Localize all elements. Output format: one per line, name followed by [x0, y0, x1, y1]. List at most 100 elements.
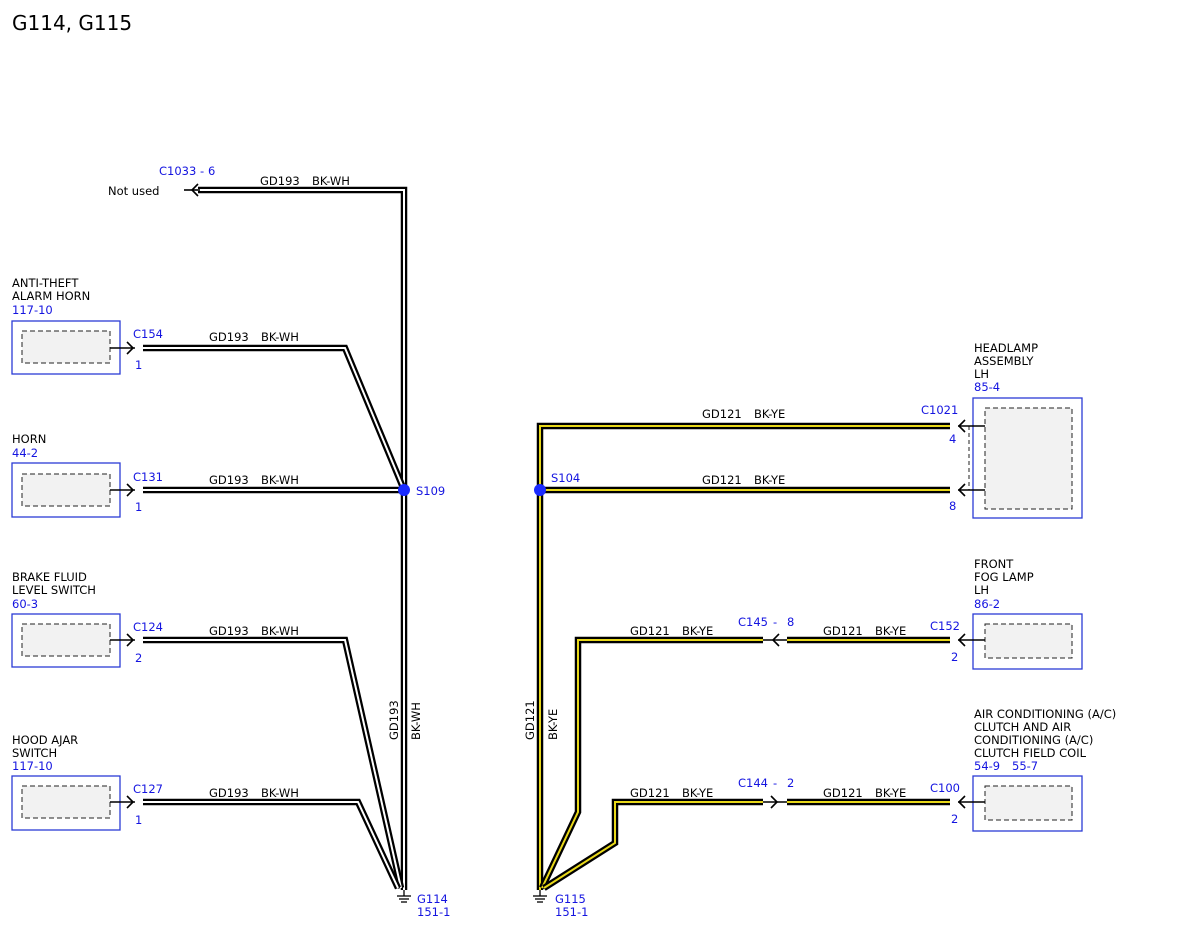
brake-fluid-ref: 60-3: [12, 597, 38, 611]
wire-color-label: BK-WH: [261, 473, 299, 487]
connector-c1021-pin8: 8: [949, 499, 956, 513]
connector-c124-label: C124: [133, 620, 163, 634]
wire-circuit-label: GD121: [823, 786, 863, 800]
connector-c1033-label: C1033: [159, 164, 196, 178]
ground-g115-icon: [533, 890, 547, 903]
connector-c127-pin: 1: [135, 813, 142, 827]
wire-c127: [143, 798, 401, 890]
wire-circuit-label: GD193: [209, 330, 249, 344]
connector-c154-label: C154: [133, 327, 163, 341]
fog-lamp-ref: 86-2: [974, 597, 1000, 611]
connector-c144-dash: -: [773, 776, 777, 790]
brake-fluid-inner: [21, 623, 111, 657]
ground-g115-ref: 151-1: [555, 905, 588, 919]
connector-c144-arrow-icon: [763, 795, 787, 809]
connector-c152-pin: 2: [951, 650, 958, 664]
not-used-label: Not used: [108, 184, 159, 198]
fog-lamp-name-line1: FRONT: [974, 557, 1014, 571]
horn-inner: [21, 473, 111, 507]
connector-c131-pin: 1: [135, 500, 142, 514]
wire-c124: [143, 636, 405, 889]
ground-g114-ref: 151-1: [417, 905, 450, 919]
ac-clutch-name-line4: CLUTCH FIELD COIL: [974, 746, 1087, 760]
splice-s109-dot: [398, 484, 410, 496]
hood-ajar-name-line1: HOOD AJAR: [12, 733, 78, 747]
wire-vertical-circuit-label: GD121: [523, 700, 537, 740]
ac-clutch-inner: [984, 785, 1073, 821]
wire-color-label: BK-WH: [261, 624, 299, 638]
horn-name: HORN: [12, 432, 46, 446]
anti-theft-name-line1: ANTI-THEFT: [12, 276, 79, 290]
ac-clutch-name-line1: AIR CONDITIONING (A/C): [974, 707, 1116, 721]
connector-c144-pin: 2: [787, 776, 794, 790]
connector-c1033-arrow-icon: [184, 183, 200, 197]
connector-c1021-pin4: 4: [949, 432, 956, 446]
wire-color-label: BK-YE: [754, 407, 785, 421]
wire-color-label: BK-WH: [261, 330, 299, 344]
anti-theft-inner: [21, 330, 111, 364]
wire-circuit-label: GD193: [209, 786, 249, 800]
headlamp-inner: [984, 407, 1073, 510]
wire-circuit-label: GD193: [209, 624, 249, 638]
wire-vertical-color-label: BK-WH: [409, 702, 423, 740]
connector-c145-label: C145: [738, 615, 768, 629]
wire-color-label: BK-YE: [875, 786, 906, 800]
ac-clutch-name-line2: CLUTCH AND AIR: [974, 720, 1071, 734]
wire-circuit-label: GD193: [209, 473, 249, 487]
ground-g114-label: G114: [417, 892, 448, 906]
wire-c145-to-g115: [539, 636, 763, 890]
fog-lamp-inner: [984, 623, 1073, 659]
wire-color-label: BK-YE: [875, 624, 906, 638]
wire-color-label: BK-WH: [312, 174, 350, 188]
brake-fluid-name-line1: BRAKE FLUID: [12, 570, 87, 584]
wire-vertical-color-label: BK-YE: [546, 709, 560, 740]
wire-circuit-label: GD121: [702, 473, 742, 487]
splice-s109-label: S109: [416, 484, 445, 498]
wiring-diagram-svg: G114, G115 S109 S104 G114 151-1 G115 151…: [11, 11, 1116, 919]
fog-lamp-name-line2: FOG LAMP: [974, 570, 1034, 584]
headlamp-name-line1: HEADLAMP: [974, 341, 1038, 355]
wire-color-label: BK-YE: [754, 473, 785, 487]
hood-ajar-inner: [21, 785, 111, 819]
headlamp-name-line3: LH: [974, 367, 989, 381]
connector-c124-pin: 2: [135, 651, 142, 665]
anti-theft-ref: 117-10: [12, 303, 53, 317]
connector-c127-label: C127: [133, 782, 163, 796]
wire-circuit-label: GD121: [630, 786, 670, 800]
headlamp-name-line2: ASSEMBLY: [974, 354, 1034, 368]
anti-theft-name-line2: ALARM HORN: [12, 289, 90, 303]
wire-circuit-label: GD121: [823, 624, 863, 638]
connector-c154-pin: 1: [135, 358, 142, 372]
connector-c152-label: C152: [930, 619, 960, 633]
connector-c145-pin: 8: [787, 615, 794, 629]
wire-vertical-circuit-label: GD193: [387, 700, 401, 740]
connector-c144-label: C144: [738, 776, 768, 790]
ground-g114-icon: [397, 890, 411, 903]
wiring-diagram: G114, G115 S109 S104 G114 151-1 G115 151…: [0, 0, 1200, 927]
wire-color-label: BK-YE: [682, 624, 713, 638]
ac-clutch-ref1: 54-9: [974, 759, 1000, 773]
hood-ajar-name-line2: SWITCH: [12, 746, 57, 760]
ac-clutch-name-line3: CONDITIONING (A/C): [974, 733, 1093, 747]
wire-circuit-label: GD121: [630, 624, 670, 638]
hood-ajar-ref: 117-10: [12, 759, 53, 773]
connector-c1021-label: C1021: [921, 403, 958, 417]
ground-g115-label: G115: [555, 892, 586, 906]
wire-c1021-pin4: [536, 422, 950, 890]
wire-color-label: BK-WH: [261, 786, 299, 800]
horn-ref: 44-2: [12, 446, 38, 460]
connector-c145-arrow-icon: [763, 633, 787, 647]
connector-c131-label: C131: [133, 470, 163, 484]
splice-s104-dot: [534, 484, 546, 496]
connector-c1033-pin: 6: [208, 164, 215, 178]
page-title: G114, G115: [12, 11, 132, 35]
headlamp-ref: 85-4: [974, 380, 1000, 394]
wire-c154: [143, 344, 408, 492]
fog-lamp-name-line3: LH: [974, 583, 989, 597]
ac-clutch-ref2: 55-7: [1012, 759, 1038, 773]
wire-color-label: BK-YE: [682, 786, 713, 800]
brake-fluid-name-line2: LEVEL SWITCH: [12, 583, 96, 597]
splice-s104-label: S104: [551, 471, 580, 485]
connector-c100-pin: 2: [951, 812, 958, 826]
connector-c1033-dash: -: [200, 164, 204, 178]
